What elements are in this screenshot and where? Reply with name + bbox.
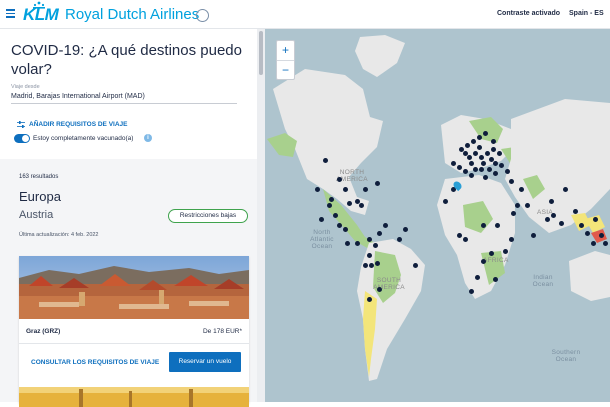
world-map[interactable]: NORTH AMERICA North Atlantic Ocean SOUTH… (265, 29, 610, 402)
search-card: COVID-19: ¿A qué destinos puedo volar? V… (0, 29, 257, 159)
destination-name: Graz (GRZ) (26, 328, 61, 335)
view-requirements-link[interactable]: CONSULTAR LOS REQUISITOS DE VIAJE (31, 359, 159, 366)
destination-photo (19, 256, 249, 319)
skyteam-logo-icon (196, 9, 209, 22)
zoom-in-button[interactable]: + (277, 41, 294, 60)
top-bar: KLM Royal Dutch Airlines Contraste activ… (0, 0, 610, 29)
language-selector[interactable]: Spain - ES (569, 10, 604, 17)
zoom-controls: + − (276, 40, 295, 80)
map-label-north-atlantic: North Atlantic Ocean (310, 229, 334, 250)
vaccinated-toggle[interactable] (14, 134, 30, 143)
info-icon[interactable]: i (144, 134, 152, 142)
add-requirements-label: AÑADIR REQUISITOS DE VIAJE (29, 121, 128, 128)
map-label-africa: AFRICA (483, 257, 509, 264)
region-heading: Europa (19, 189, 61, 204)
map-label-south-america: SOUTH AMERICA (373, 277, 405, 291)
map-label-indian-ocean: Indian Ocean (532, 274, 554, 288)
map-label-southern-ocean: Southern Ocean (551, 349, 581, 363)
card-divider (19, 343, 249, 344)
scrollbar-thumb[interactable] (259, 31, 263, 75)
page-title: COVID-19: ¿A qué destinos puedo volar? (11, 42, 242, 78)
book-flight-button[interactable]: Reservar un vuelo (169, 352, 241, 372)
destination-price: De 178 EUR* (202, 328, 242, 335)
destination-card: Graz (GRZ) De 178 EUR* CONSULTAR LOS REQ… (19, 256, 249, 403)
klm-logo[interactable]: KLM (23, 5, 59, 25)
scrollbar-track[interactable] (257, 29, 265, 402)
last-update: Última actualización: 4 feb. 2022 (19, 232, 99, 238)
airline-name: Royal Dutch Airlines (65, 6, 200, 23)
next-destination-photo (19, 387, 249, 407)
from-field-label: Viaje desde (11, 84, 40, 90)
results-count: 163 resultados (19, 174, 59, 180)
map-label-north-america: NORTH AMERICA (336, 169, 368, 183)
hamburger-menu-icon[interactable] (6, 9, 15, 18)
world-map-canvas[interactable] (265, 29, 610, 402)
destinations-panel: COVID-19: ¿A qué destinos puedo volar? V… (0, 29, 265, 407)
toggle-knob (22, 135, 29, 142)
map-label-asia: ASIA (537, 209, 554, 216)
add-requirements-button[interactable]: AÑADIR REQUISITOS DE VIAJE (17, 121, 127, 128)
from-field[interactable]: Madrid, Barajas International Airport (M… (11, 93, 237, 104)
contrast-toggle-link[interactable]: Contraste activado (497, 10, 560, 17)
vaccinated-label: Estoy completamente vacunado(a) (33, 135, 134, 142)
country-heading: Austria (19, 209, 54, 221)
zoom-out-button[interactable]: − (277, 61, 294, 80)
restriction-badge: Restricciones bajas (168, 209, 248, 223)
sliders-icon (17, 121, 25, 128)
